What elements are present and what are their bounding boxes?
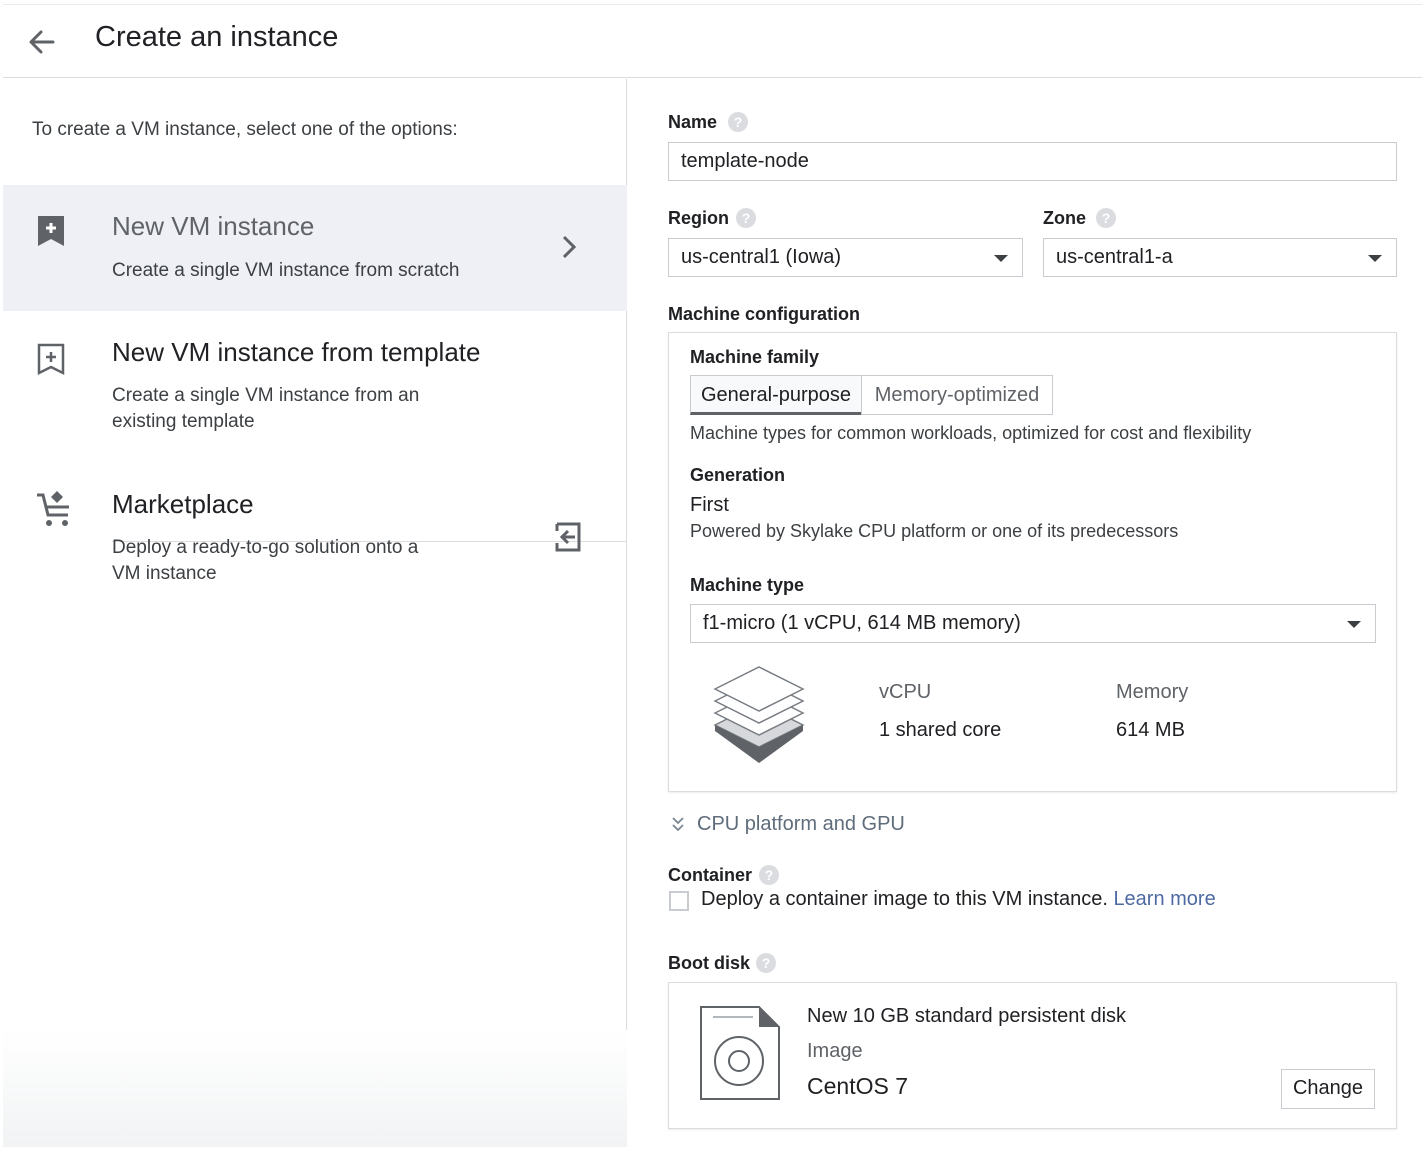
boot-disk-label: Boot disk <box>668 953 751 973</box>
family-description: Machine types for common workloads, opti… <box>690 423 1252 443</box>
memory-label: Memory <box>1116 681 1189 703</box>
generation-description: Powered by Skylake CPU platform or one o… <box>690 521 1179 541</box>
help-icon[interactable]: ? <box>756 953 776 973</box>
generation-value: First <box>690 494 729 516</box>
tab-general-purpose[interactable]: General-purpose <box>690 375 862 415</box>
zone-label: Zone <box>1043 208 1086 228</box>
template-icon <box>35 341 67 377</box>
name-label: Name <box>668 112 718 132</box>
cpu-platform-label: CPU platform and GPU <box>697 813 905 835</box>
instance-options-panel: To create a VM instance, select one of t… <box>3 79 627 1147</box>
zone-value: us-central1-a <box>1056 246 1173 268</box>
boot-disk-title: New 10 GB standard persistent disk <box>807 1005 1127 1027</box>
dropdown-caret-icon <box>1347 621 1361 628</box>
name-input[interactable]: template-node <box>668 142 1397 181</box>
change-boot-disk-button[interactable]: Change <box>1281 1069 1375 1109</box>
new-instance-icon <box>35 213 67 249</box>
open-external-icon <box>553 521 583 553</box>
top-bar: Create an instance <box>3 4 1422 78</box>
help-icon[interactable]: ? <box>736 208 756 228</box>
region-label: Region <box>668 208 729 228</box>
vcpu-label: vCPU <box>879 681 932 703</box>
container-checkbox[interactable] <box>669 891 689 911</box>
option-marketplace[interactable]: Marketplace Deploy a ready-to-go solutio… <box>3 463 627 613</box>
container-checkbox-text-row: Deploy a container image to this VM inst… <box>701 888 1216 911</box>
learn-more-link[interactable]: Learn more <box>1113 888 1215 910</box>
boot-disk-image-label: Image <box>807 1040 863 1062</box>
region-select[interactable]: us-central1 (Iowa) <box>668 238 1023 277</box>
help-icon[interactable]: ? <box>728 112 748 132</box>
machine-type-select[interactable]: f1-micro (1 vCPU, 614 MB memory) <box>690 604 1376 643</box>
machine-type-value: f1-micro (1 vCPU, 614 MB memory) <box>703 612 1021 634</box>
back-arrow-icon[interactable] <box>23 23 61 61</box>
machine-layers-icon <box>709 663 809 767</box>
option-vm-from-template[interactable]: New VM instance from template Create a s… <box>3 311 627 461</box>
generation-label: Generation <box>690 465 786 485</box>
tab-memory-optimized[interactable]: Memory-optimized <box>861 375 1053 415</box>
region-value: us-central1 (Iowa) <box>681 246 842 268</box>
option-new-vm-instance[interactable]: New VM instance Create a single VM insta… <box>3 185 627 311</box>
chevron-right-icon <box>559 233 579 261</box>
option-description: Create a single VM instance from an exis… <box>112 385 420 432</box>
option-description: Deploy a ready-to-go solution onto a VM … <box>112 537 419 584</box>
machine-type-label: Machine type <box>690 575 805 595</box>
left-panel-fade <box>3 1030 627 1147</box>
help-icon[interactable]: ? <box>759 865 779 885</box>
marketplace-cart-icon <box>35 489 75 526</box>
options-intro: To create a VM instance, select one of t… <box>32 119 458 140</box>
boot-disk-image-value: CentOS 7 <box>807 1073 908 1099</box>
help-icon[interactable]: ? <box>1096 208 1116 228</box>
option-description: Create a single VM instance from scratch <box>112 260 460 281</box>
container-checkbox-label: Deploy a container image to this VM inst… <box>701 888 1108 910</box>
option-title: Marketplace <box>112 489 254 519</box>
zone-select[interactable]: us-central1-a <box>1043 238 1397 277</box>
disk-icon <box>699 1005 781 1101</box>
vcpu-value: 1 shared core <box>879 719 1002 741</box>
dropdown-caret-icon <box>994 255 1008 262</box>
boot-disk-card: New 10 GB standard persistent disk Image… <box>668 982 1397 1129</box>
double-chevron-down-icon <box>668 815 688 835</box>
memory-value: 614 MB <box>1116 719 1185 741</box>
machine-family-label: Machine family <box>690 347 820 367</box>
dropdown-caret-icon <box>1368 255 1382 262</box>
instance-form: Name ? template-node Region ? us-central… <box>628 79 1425 1151</box>
machine-config-card: Machine family General-purpose Memory-op… <box>668 332 1397 792</box>
page-title: Create an instance <box>95 21 339 53</box>
container-label: Container <box>668 865 753 885</box>
option-title: New VM instance <box>112 211 315 241</box>
machine-config-label: Machine configuration <box>668 304 861 324</box>
option-title: New VM instance from template <box>112 337 481 367</box>
